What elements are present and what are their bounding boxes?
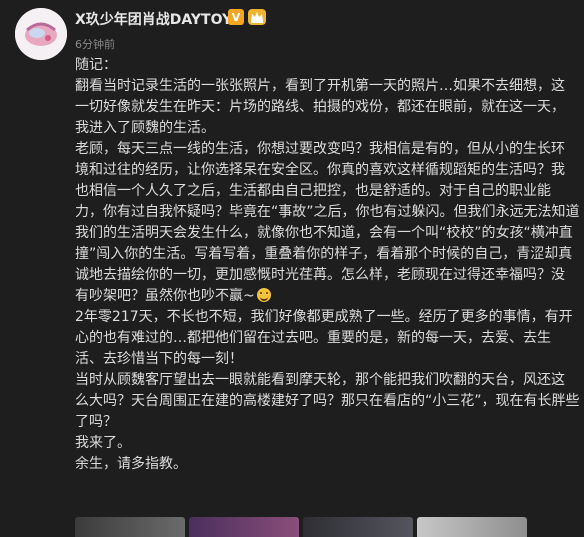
post-line: 力，你有过自我怀疑吗？毕竟在“事故”之后，你也有过躲闪。但我们永远无法知道 xyxy=(75,204,580,220)
post-line: 当时从顾魏客厅望出去一眼就能看到摩天轮，那个能把我们吹翻的天台，风还这 xyxy=(75,372,565,388)
post-line: 老顾，每天三点一线的生活，你想过要改变吗？我相信是有的，但从小的生长环 xyxy=(75,141,565,157)
avatar-image xyxy=(15,8,67,60)
username[interactable]: X玖少年团肖战DAYTOY xyxy=(75,9,232,29)
post-line: 2年零217天，不长也不短，我们好像都更成熟了一些。经历了更多的事情，有开 xyxy=(75,309,573,325)
post-line: 也相信一个人久了之后，生活都由自己把控，也是舒适的。对于自己的职业能 xyxy=(75,183,551,199)
post-line: 我们的生活明天会发生什么，就像你也不知道，会有一个叫“校校”的女孩“横冲直 xyxy=(75,225,573,241)
post-line: 一切好像就发生在昨天：片场的路线、拍摄的戏份，都还在眼前，就在这一天， xyxy=(75,99,565,115)
photo-thumbnail[interactable] xyxy=(189,517,299,537)
laughing-emoji-icon xyxy=(256,288,271,302)
member-crown-icon xyxy=(248,9,266,25)
photo-thumbnail[interactable] xyxy=(303,517,413,537)
photo-thumbnail[interactable] xyxy=(75,517,185,537)
post-line: 余生，请多指教。 xyxy=(75,456,187,472)
post-line: 么大吗？天台周围正在建的高楼建好了吗？那只在看店的“小三花”，现在有长胖些 xyxy=(75,393,580,409)
post-line: 我来了。 xyxy=(75,435,131,451)
post-line: 翻看当时记录生活的一张张照片，看到了开机第一天的照片…如果不去细想，这 xyxy=(75,78,565,94)
post-line-text: 有吵架吧？虽然你也吵不赢~ xyxy=(75,288,255,304)
post-line: 了吗？ xyxy=(75,414,117,430)
post-line: 心的也有难过的…都把他们留在过去吧。重要的是，新的每一天，去爱、去生 xyxy=(75,330,551,346)
photo-thumbnail[interactable] xyxy=(417,517,527,537)
post-line: 有吵架吧？虽然你也吵不赢~ xyxy=(75,286,575,307)
post-line: 活、去珍惜当下的每一刻！ xyxy=(75,351,243,367)
post-line: 诚地去描绘你的一切，更加感慨时光荏苒。怎么样，老顾现在过得还幸福吗？没 xyxy=(75,267,565,283)
avatar[interactable] xyxy=(15,8,67,60)
photo-grid xyxy=(75,517,527,537)
post-line: 我进入了顾魏的生活。 xyxy=(75,120,215,136)
post-content: 随记： 翻看当时记录生活的一张张照片，看到了开机第一天的照片…如果不去细想，这 … xyxy=(75,55,580,475)
post-line: 境和过往的经历，让你选择呆在安全区。你真的喜欢这样循规蹈矩的生活吗？我 xyxy=(75,162,565,178)
post-line: 撞”闯入你的生活。写着写着，重叠着你的样子，看着那个时候的自己，青涩却真 xyxy=(75,246,573,262)
post-time[interactable]: 6分钟前 xyxy=(75,36,115,52)
verified-badge-icon: V xyxy=(228,9,244,25)
post-line: 随记： xyxy=(75,57,117,73)
